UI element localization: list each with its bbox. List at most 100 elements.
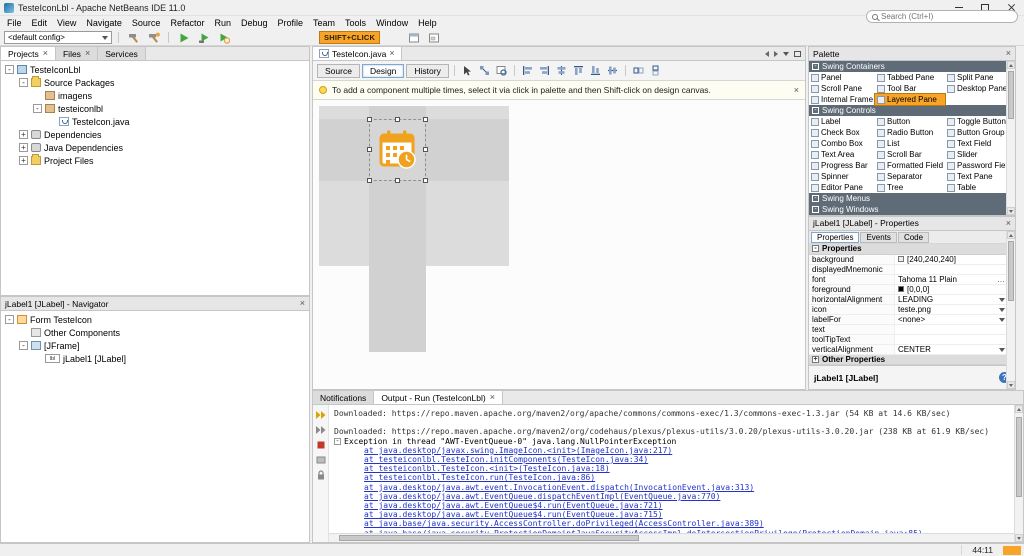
- close-icon[interactable]: ×: [1006, 219, 1011, 228]
- tab-services[interactable]: Services: [98, 47, 146, 60]
- scroll-down-icon[interactable]: [1007, 207, 1015, 215]
- resize-handle[interactable]: [423, 178, 428, 183]
- tab-properties[interactable]: Properties: [811, 232, 859, 243]
- property-value[interactable]: CENTER: [895, 345, 1015, 354]
- clear-output-button[interactable]: [314, 454, 327, 466]
- design-canvas[interactable]: [313, 100, 805, 389]
- collapse-icon[interactable]: -: [812, 245, 819, 252]
- palette-item-tree[interactable]: Tree: [875, 182, 945, 193]
- palette-item-button[interactable]: Button: [875, 116, 945, 127]
- collapse-icon[interactable]: -: [812, 107, 819, 114]
- rerun-button[interactable]: [314, 409, 327, 421]
- palette-item-tool-bar[interactable]: Tool Bar: [875, 83, 945, 94]
- tab-events[interactable]: Events: [860, 232, 896, 243]
- menu-tools[interactable]: Tools: [340, 18, 371, 28]
- chevron-down-icon[interactable]: [999, 318, 1005, 322]
- palette-item-toggle-button[interactable]: Toggle Button: [945, 116, 1008, 127]
- center-horizontally-button[interactable]: [554, 63, 569, 78]
- stacktrace-link[interactable]: at java.desktop/java.awt.event.Invocatio…: [334, 483, 1021, 492]
- tab-testeicon-java[interactable]: TesteIcon.java ×: [313, 47, 402, 60]
- stacktrace-link[interactable]: at java.base/java.security.AccessControl…: [334, 519, 1021, 528]
- chevron-down-icon[interactable]: [999, 298, 1005, 302]
- palette-item-text-pane[interactable]: Text Pane: [945, 171, 1008, 182]
- misc-toolbar-button-1[interactable]: [405, 31, 422, 45]
- resize-handle[interactable]: [367, 117, 372, 122]
- config-select[interactable]: <default config>: [4, 31, 112, 44]
- tree-item-imagens[interactable]: imagens: [1, 89, 309, 102]
- property-value[interactable]: [0,0,0]: [895, 285, 1015, 294]
- menu-file[interactable]: File: [2, 18, 27, 28]
- menu-navigate[interactable]: Navigate: [81, 18, 127, 28]
- property-value[interactable]: <none>: [895, 315, 1015, 324]
- collapse-icon[interactable]: -: [33, 104, 42, 113]
- property-value[interactable]: LEADING: [895, 295, 1015, 304]
- menu-debug[interactable]: Debug: [236, 18, 273, 28]
- close-icon[interactable]: ×: [389, 49, 394, 58]
- profile-project-button[interactable]: [215, 31, 232, 45]
- palette-item-layered-pane[interactable]: Layered Pane: [875, 94, 945, 105]
- center-vertically-button[interactable]: [605, 63, 620, 78]
- property-value[interactable]: [895, 335, 1015, 344]
- tree-item-dependencies[interactable]: + Dependencies: [1, 128, 309, 141]
- quick-search[interactable]: [866, 10, 1018, 23]
- build-project-button[interactable]: [125, 31, 142, 45]
- menu-edit[interactable]: Edit: [27, 18, 53, 28]
- palette-item-panel[interactable]: Panel: [809, 72, 875, 83]
- tab-code[interactable]: Code: [898, 232, 929, 243]
- stacktrace-link[interactable]: at java.desktop/java.awt.EventQueue$4.ru…: [334, 510, 1021, 519]
- stacktrace-link[interactable]: at testeiconlbl.TesteIcon.<init>(TesteIc…: [334, 464, 1021, 473]
- tree-item-source-packages[interactable]: - Source Packages: [1, 76, 309, 89]
- scrollbar-thumb[interactable]: [1016, 417, 1022, 497]
- tree-item-jframe[interactable]: - [JFrame]: [1, 339, 309, 352]
- collapse-icon[interactable]: -: [19, 78, 28, 87]
- palette-item-formatted-field[interactable]: Formatted Field: [875, 160, 945, 171]
- close-icon[interactable]: ×: [300, 299, 305, 308]
- stacktrace-link[interactable]: at testeiconlbl.TesteIcon.initComponents…: [334, 455, 1021, 464]
- other-properties-group-header[interactable]: + Other Properties: [809, 355, 1015, 366]
- selection-mode-button[interactable]: [460, 63, 475, 78]
- tab-output-run[interactable]: Output - Run (TesteIconLbl) ×: [374, 391, 503, 404]
- connection-mode-button[interactable]: [477, 63, 492, 78]
- scroll-tabs-left-icon[interactable]: [765, 51, 769, 57]
- expand-icon[interactable]: +: [812, 356, 819, 363]
- output-horizontal-scrollbar[interactable]: [329, 533, 1014, 542]
- collapse-icon[interactable]: -: [5, 315, 14, 324]
- tab-list-icon[interactable]: [783, 52, 789, 56]
- collapse-icon[interactable]: -: [5, 65, 14, 74]
- chevron-down-icon[interactable]: [999, 308, 1005, 312]
- properties-scrollbar[interactable]: [1006, 231, 1015, 389]
- tab-notifications[interactable]: Notifications: [313, 391, 374, 404]
- palette-item-text-area[interactable]: Text Area: [809, 149, 875, 160]
- expand-icon[interactable]: +: [19, 143, 28, 152]
- palette-item-combo-box[interactable]: Combo Box: [809, 138, 875, 149]
- property-value[interactable]: [240,240,240]: [895, 255, 1015, 264]
- stacktrace-link[interactable]: at testeiconlbl.TesteIcon.run(TesteIcon.…: [334, 473, 1021, 482]
- tree-item-testeiconlbl-package[interactable]: - testeiconlbl: [1, 102, 309, 115]
- section-swing-controls[interactable]: - Swing Controls: [809, 105, 1015, 116]
- scrollbar-thumb[interactable]: [339, 535, 639, 541]
- same-size-vertical-button[interactable]: [648, 63, 663, 78]
- align-right-button[interactable]: [537, 63, 552, 78]
- stop-build-button[interactable]: [314, 439, 327, 451]
- output-console[interactable]: Downloaded: https://repo.maven.apache.or…: [329, 405, 1023, 542]
- close-icon[interactable]: ×: [43, 49, 48, 58]
- align-bottom-button[interactable]: [588, 63, 603, 78]
- menu-team[interactable]: Team: [308, 18, 340, 28]
- ellipsis-button[interactable]: …: [997, 275, 1005, 284]
- scrollbar-thumb[interactable]: [1008, 241, 1014, 301]
- menu-window[interactable]: Window: [371, 18, 413, 28]
- source-view-button[interactable]: Source: [317, 64, 360, 78]
- collapse-stacktrace-icon[interactable]: -: [334, 438, 341, 445]
- property-value[interactable]: teste.png: [895, 305, 1015, 314]
- scroll-down-icon[interactable]: [1015, 534, 1023, 542]
- maximize-editor-icon[interactable]: [794, 51, 801, 57]
- collapse-icon[interactable]: -: [812, 63, 819, 70]
- tree-item-other-components[interactable]: Other Components: [1, 326, 309, 339]
- palette-item-separator[interactable]: Separator: [875, 171, 945, 182]
- close-icon[interactable]: ×: [794, 86, 799, 95]
- resize-handle[interactable]: [367, 178, 372, 183]
- resize-handle[interactable]: [367, 147, 372, 152]
- scroll-up-icon[interactable]: [1015, 405, 1023, 413]
- close-icon[interactable]: ×: [490, 393, 495, 402]
- design-view-button[interactable]: Design: [362, 64, 404, 78]
